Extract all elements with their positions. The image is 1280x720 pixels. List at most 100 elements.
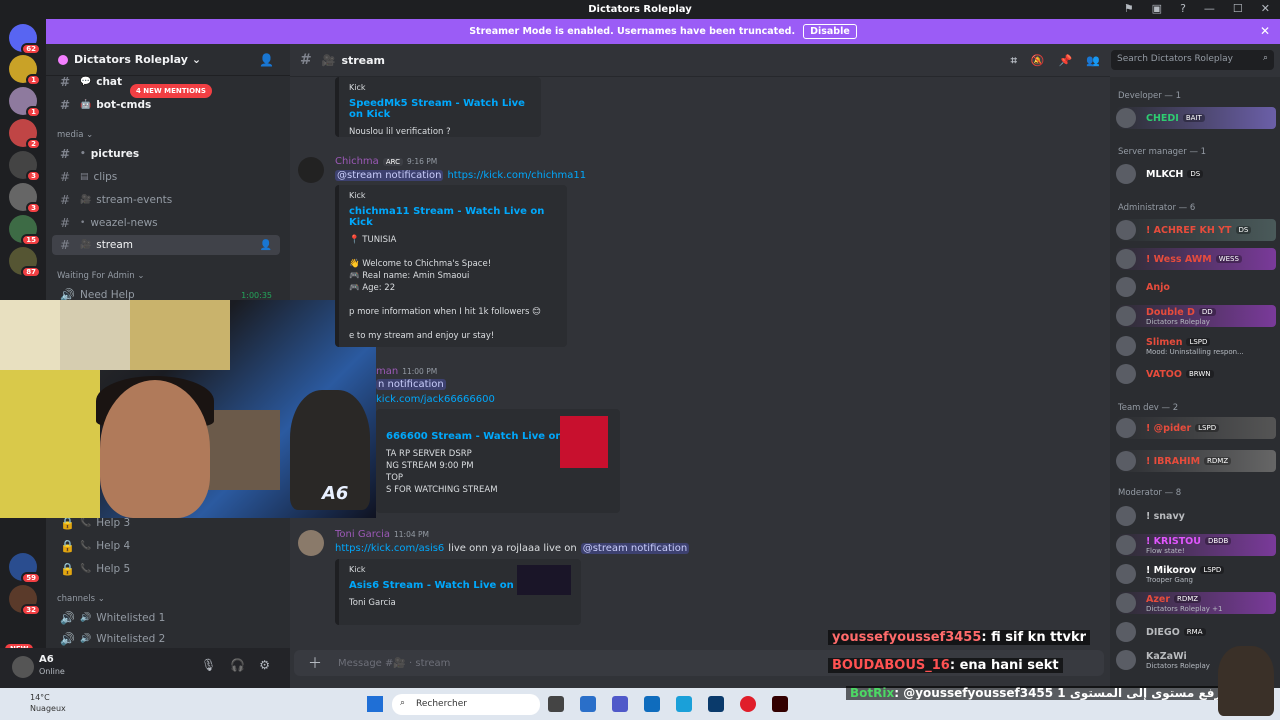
server-icon[interactable]: 59 (9, 553, 41, 584)
member-item[interactable]: VATOO BRWN (1116, 363, 1276, 385)
channel-weazel-news[interactable]: # • weazel-news (52, 213, 280, 233)
member-item[interactable]: ! @pider LSPD (1116, 417, 1276, 439)
close-banner-icon[interactable]: ✕ (1260, 24, 1270, 38)
server-icon[interactable]: 15 (9, 215, 41, 246)
headphones-icon[interactable]: 🎧 (230, 658, 245, 672)
edge-icon[interactable] (676, 696, 692, 712)
mail-icon[interactable] (644, 696, 660, 712)
avatar[interactable] (12, 656, 34, 678)
server-icon[interactable]: 1 (9, 87, 41, 118)
member-item[interactable]: ! Mikorov LSPD Trooper Gang (1116, 563, 1276, 585)
search-icon: ⌕ (1262, 53, 1268, 63)
task-view-icon[interactable] (548, 696, 564, 712)
avatar (1116, 418, 1136, 438)
voice-whitelisted-1[interactable]: 🔊 🔊 Whitelisted 1 (52, 608, 280, 628)
message-link[interactable]: https://kick.com/chichma11 (447, 170, 586, 181)
member-item[interactable]: ! ACHREF KH YT DS (1116, 219, 1276, 241)
add-member-icon[interactable]: 👤 (260, 240, 272, 251)
minimize-icon[interactable]: — (1204, 2, 1215, 15)
member-item[interactable]: ! Wess AWM WESS (1116, 248, 1276, 270)
role-mention[interactable]: @stream notification (580, 543, 690, 554)
help-icon[interactable]: ? (1180, 2, 1186, 15)
gear-icon[interactable]: ⚙ (259, 658, 270, 672)
invite-people-icon[interactable]: 👤 (259, 53, 274, 67)
message-author[interactable]: man 11:00 PM (376, 366, 437, 377)
channel-stream-events[interactable]: # 🎥 stream-events (52, 190, 280, 210)
embed: Kick chichma11 Stream - Watch Live on Ki… (335, 185, 567, 347)
member-item[interactable]: ! IBRAHIM RDMZ (1116, 450, 1276, 472)
role-mention[interactable]: n notification (376, 379, 446, 390)
server-icon[interactable]: 1 (9, 55, 41, 86)
server-icon[interactable]: 3 (9, 151, 41, 182)
member-item[interactable]: MLKCH DS (1116, 163, 1276, 185)
category-media[interactable]: media ⌄ (57, 130, 93, 140)
add-attachment-icon[interactable]: ＋ (308, 653, 322, 673)
disable-button[interactable]: Disable (803, 24, 857, 39)
member-item[interactable]: Double D DD Dictators Roleplay (1116, 305, 1276, 327)
message-author[interactable]: Toni Garcia 11:04 PM (335, 529, 429, 540)
channel-stream[interactable]: # 🎥 stream 👤 (52, 235, 280, 255)
inbox-icon[interactable]: ▣ (1152, 2, 1162, 15)
embed-provider: Kick (349, 191, 366, 200)
store-icon[interactable] (580, 696, 596, 712)
avatar[interactable] (298, 157, 324, 183)
member-item[interactable]: CHEDI BAIT (1116, 107, 1276, 129)
embed-title-link[interactable]: SpeedMk5 Stream - Watch Live on Kick (349, 98, 531, 120)
message-link[interactable]: https://kick.com/asis6 (335, 543, 444, 554)
embed-title-link[interactable]: chichma11 Stream - Watch Live on Kick (349, 206, 557, 228)
message-link[interactable]: kick.com/jack66666600 (376, 394, 495, 405)
pin-icon[interactable]: 📌 (1059, 54, 1073, 68)
badge: 59 (21, 572, 41, 584)
lock-icon: 🔒 (60, 562, 75, 576)
voice-whitelisted-2[interactable]: 🔊 🔊 Whitelisted 2 (52, 631, 280, 647)
channel-pictures[interactable]: # • pictures (52, 144, 280, 164)
weather-widget[interactable]: 14°C Nuageux (30, 692, 66, 714)
flag-icon[interactable]: ⚑ (1124, 2, 1134, 15)
voice-help-5[interactable]: 🔒 📞 Help 5 (52, 559, 280, 579)
threads-icon[interactable]: ⌗ (1011, 54, 1017, 68)
hash-icon: # (60, 75, 71, 89)
avatar[interactable] (298, 530, 324, 556)
channel-label: Help 3 (96, 517, 131, 529)
bell-icon[interactable]: 🔕 (1031, 54, 1045, 68)
category-waiting-for-admin[interactable]: Waiting For Admin ⌄ (57, 271, 145, 281)
member-item[interactable]: Azer RDMZ Dictators Roleplay +1 (1116, 592, 1276, 614)
member-status: Mood: Uninstalling respon... (1146, 348, 1244, 356)
chevron-down-icon: ⌄ (191, 53, 202, 66)
category-channels[interactable]: channels ⌄ (57, 594, 105, 604)
channel-bot-cmds[interactable]: # 🤖 bot-cmds (52, 95, 280, 115)
member-name: MLKCH (1146, 168, 1184, 180)
discord-home-icon[interactable]: 62 (9, 24, 41, 55)
close-icon[interactable]: ✕ (1261, 2, 1270, 15)
server-icon[interactable]: 2 (9, 119, 41, 150)
role-mention[interactable]: @stream notification (335, 170, 444, 181)
teams-icon[interactable] (612, 696, 628, 712)
speaker-icon: 🔊 (60, 632, 75, 646)
member-item[interactable]: Anjo (1116, 276, 1276, 298)
windows-start-icon[interactable] (367, 696, 383, 712)
microphone-icon[interactable]: 🎙 (201, 658, 216, 672)
channel-label: Whitelisted 1 (96, 612, 166, 624)
channel-title: stream (341, 53, 386, 67)
member-tag: DBDB (1204, 537, 1232, 545)
server-icon[interactable]: 32 (9, 585, 41, 616)
member-item[interactable]: ! snavy (1116, 505, 1276, 527)
maximize-icon[interactable]: ☐ (1233, 2, 1243, 15)
channel-clips[interactable]: # ▤ clips (52, 167, 280, 187)
search-input[interactable]: Search Dictators Roleplay ⌕ (1111, 50, 1274, 70)
message-author[interactable]: Chichma ARC 9:16 PM (335, 156, 437, 167)
member-tag: DS (1187, 170, 1204, 178)
voice-help-4[interactable]: 🔒 📞 Help 4 (52, 536, 280, 556)
taskbar-search[interactable]: ⌕ Rechercher (392, 694, 540, 715)
member-item[interactable]: ! KRISTOU DBDB Flow state! (1116, 534, 1276, 556)
search-placeholder: Search Dictators Roleplay (1117, 54, 1233, 64)
member-item[interactable]: Slimen LSPD Mood: Uninstalling respon... (1116, 335, 1276, 357)
opera-icon[interactable] (740, 696, 756, 712)
members-icon[interactable]: 👥 (1086, 54, 1100, 68)
server-icon[interactable]: 3 (9, 183, 41, 214)
illustrator-icon[interactable] (772, 696, 788, 712)
photoshop-icon[interactable] (708, 696, 724, 712)
member-name: ! ACHREF KH YT (1146, 224, 1232, 236)
phone-icon: 📞 (80, 518, 92, 528)
server-icon[interactable]: 87 (9, 247, 41, 278)
